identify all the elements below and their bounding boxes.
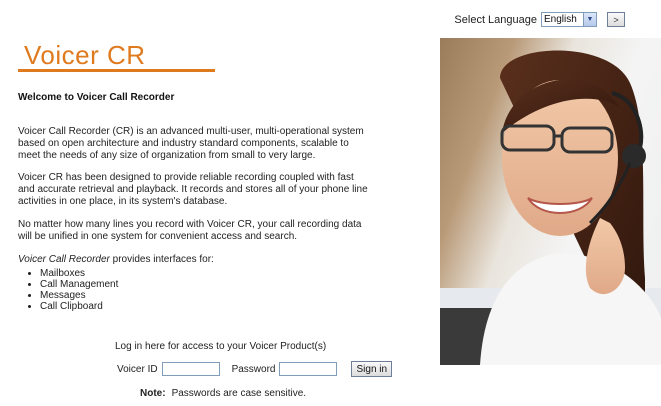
- password-label: Password: [231, 363, 276, 375]
- language-go-button[interactable]: >: [607, 12, 625, 27]
- password-note: Note: Passwords are case sensitive.: [140, 388, 306, 399]
- interfaces-intro: Voicer Call Recorder provides interfaces…: [18, 254, 214, 265]
- operator-photo-illustration: [440, 50, 661, 365]
- login-prompt: Log in here for access to your Voicer Pr…: [115, 341, 327, 352]
- brand-underline: [18, 69, 215, 72]
- list-item: Messages: [40, 290, 118, 301]
- unified-paragraph: No matter how many lines you record with…: [18, 219, 362, 242]
- language-label: Select Language: [454, 13, 537, 26]
- interfaces-list: Mailboxes Call Management Messages Call …: [26, 268, 118, 312]
- sign-in-button[interactable]: Sign in: [351, 361, 393, 377]
- interfaces-intro-text: provides interfaces for:: [109, 254, 214, 265]
- list-item: Mailboxes: [40, 268, 118, 279]
- password-input[interactable]: [279, 362, 338, 376]
- list-item: Call Clipboard: [40, 301, 118, 312]
- interfaces-intro-product: Voicer Call Recorder: [18, 254, 110, 265]
- language-selected-value: English: [544, 14, 577, 25]
- operator-photo: [440, 38, 661, 365]
- chevron-down-icon[interactable]: ▼: [583, 13, 596, 26]
- features-paragraph: Voicer CR has been designed to provide r…: [18, 172, 368, 207]
- list-item: Call Management: [40, 279, 118, 290]
- login-form: Voicer ID Password Sign in: [117, 361, 393, 377]
- language-select[interactable]: English ▼: [541, 12, 597, 27]
- intro-paragraph: Voicer Call Recorder (CR) is an advanced…: [18, 126, 364, 161]
- note-label: Note:: [140, 388, 166, 399]
- voicer-id-label: Voicer ID: [117, 363, 158, 375]
- voicer-id-input[interactable]: [161, 362, 220, 376]
- note-text: Passwords are case sensitive.: [171, 388, 307, 399]
- brand-logo-text: Voicer CR: [24, 40, 146, 70]
- welcome-heading: Welcome to Voicer Call Recorder: [18, 92, 175, 103]
- language-selector-bar: Select Language English ▼ >: [454, 12, 625, 27]
